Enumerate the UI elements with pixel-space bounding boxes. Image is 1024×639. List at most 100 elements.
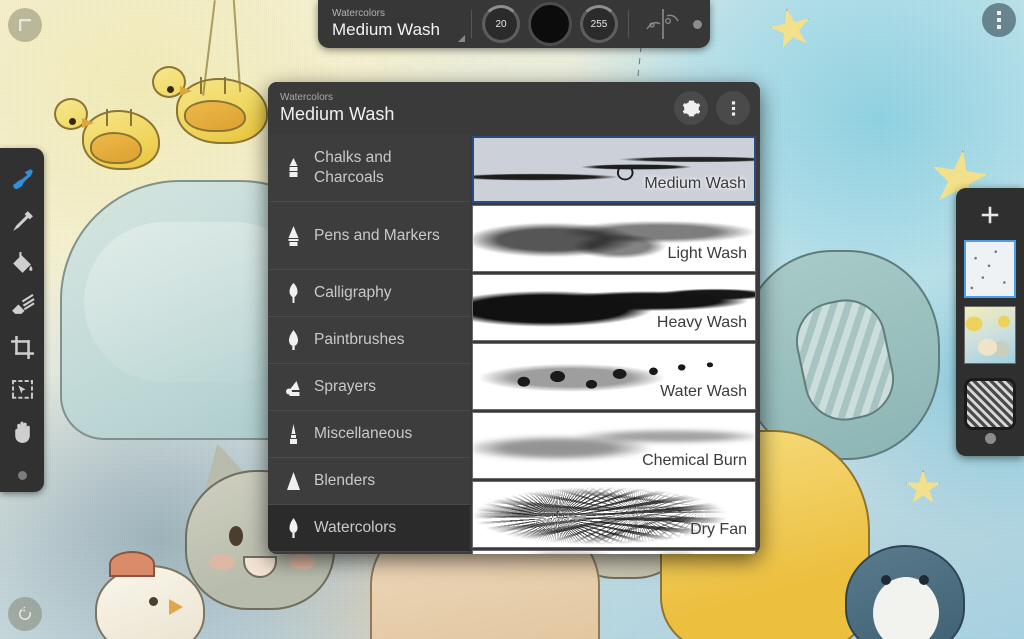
layer-item-speckle[interactable] xyxy=(964,240,1016,298)
undo-icon xyxy=(19,606,32,620)
tool-rail xyxy=(0,148,44,492)
brush-item-medium-wash[interactable]: Medium Wash xyxy=(472,136,756,203)
brush-item-water-wash[interactable]: Water Wash xyxy=(472,343,756,410)
category-item-sprayers[interactable]: Sprayers xyxy=(268,364,470,411)
artwork-penguin xyxy=(845,545,965,639)
top-brush-bar: Watercolors Medium Wash 20 255 xyxy=(318,0,710,48)
app-root: Watercolors Medium Wash 20 255 Watercolo… xyxy=(0,0,1024,639)
fill-tool-button[interactable] xyxy=(2,242,42,284)
sprayer-icon xyxy=(284,376,302,398)
opacity-value: 255 xyxy=(590,18,608,30)
category-item-calligraphy[interactable]: Calligraphy xyxy=(268,270,470,317)
corner-bracket-button[interactable] xyxy=(8,8,42,42)
corner-bracket-icon xyxy=(19,19,31,31)
brush-item-dry-fan[interactable]: Dry Fan xyxy=(472,481,756,548)
paint-bucket-icon xyxy=(12,251,32,273)
layers-panel-handle-dot[interactable] xyxy=(984,433,996,444)
stylus-pressure-icon xyxy=(646,9,679,39)
category-item-miscellaneous[interactable]: Miscellaneous xyxy=(268,411,470,458)
category-item-blenders[interactable]: Blenders xyxy=(268,458,470,505)
artwork-stick-2 xyxy=(232,0,242,92)
dialog-overflow-menu-button[interactable] xyxy=(716,91,750,125)
stylus-pressure-button[interactable] xyxy=(641,7,685,41)
brush-label: Heavy Wash xyxy=(656,314,747,331)
brush-item-next-partial[interactable] xyxy=(472,550,756,554)
watercolor-brush-icon xyxy=(284,517,302,539)
dialog-brush-name: Medium Wash xyxy=(280,104,395,124)
color-swatch-button[interactable] xyxy=(528,2,572,46)
misc-brush-icon xyxy=(284,423,302,445)
chalk-icon xyxy=(284,157,302,179)
category-label: Calligraphy xyxy=(314,284,392,301)
add-layer-button[interactable] xyxy=(973,198,1007,232)
category-label: Watercolors xyxy=(314,519,397,536)
gear-icon xyxy=(682,100,700,116)
brush-item-heavy-wash[interactable]: Heavy Wash xyxy=(472,274,756,341)
brush-list: Medium Wash Light Wash Heavy Wash Water … xyxy=(470,134,760,554)
pan-tool-button[interactable] xyxy=(2,410,42,452)
blender-icon xyxy=(284,470,302,492)
divider-2 xyxy=(628,10,629,38)
crop-icon xyxy=(10,335,34,359)
dialog-body: Chalks and Charcoals Pens and Markers Ca… xyxy=(268,134,760,554)
top-bar-brush-info[interactable]: Watercolors Medium Wash xyxy=(332,8,462,40)
top-right-overflow-menu[interactable] xyxy=(982,3,1016,37)
brush-label: Dry Fan xyxy=(690,521,747,538)
brush-label: Chemical Burn xyxy=(642,452,747,469)
hand-icon xyxy=(14,421,30,443)
category-label: Chalks and Charcoals xyxy=(314,148,392,186)
category-item-paintbrushes[interactable]: Paintbrushes xyxy=(268,317,470,364)
brush-label: Water Wash xyxy=(660,383,747,400)
artwork-star-1 xyxy=(766,4,816,54)
dialog-settings-button[interactable] xyxy=(674,91,708,125)
top-bar-handle-dot[interactable] xyxy=(693,19,702,29)
brush-stroke-preview xyxy=(473,551,755,554)
opacity-knob[interactable]: 255 xyxy=(580,5,618,43)
selection-icon xyxy=(11,379,33,399)
brush-item-light-wash[interactable]: Light Wash xyxy=(472,205,756,272)
divider xyxy=(471,10,472,38)
category-label: Miscellaneous xyxy=(314,425,413,442)
category-label: Pens and Markers xyxy=(314,226,440,244)
brush-icon xyxy=(12,168,33,189)
brush-item-chemical-burn[interactable]: Chemical Burn xyxy=(472,412,756,479)
brush-size-value: 20 xyxy=(495,18,507,30)
brush-label: Light Wash xyxy=(667,245,747,262)
marker-icon xyxy=(284,225,302,247)
category-item-pens-and-markers[interactable]: Pens and Markers xyxy=(268,202,470,270)
artwork-star-3 xyxy=(905,470,941,503)
category-item-watercolors[interactable]: Watercolors xyxy=(268,505,470,552)
calligraphy-nib-icon xyxy=(284,282,302,304)
dialog-category-label: Watercolors xyxy=(280,92,333,103)
category-label: Blenders xyxy=(314,472,376,489)
layer-thumbnail xyxy=(966,242,1014,296)
texture-pattern-swatch[interactable] xyxy=(964,378,1016,430)
brush-label: Medium Wash xyxy=(644,175,746,192)
eraser-icon xyxy=(11,293,35,314)
dialog-title-group: Watercolors Medium Wash xyxy=(280,91,666,125)
brush-tool-button[interactable] xyxy=(2,158,42,200)
layer-thumbnail xyxy=(965,307,1015,363)
select-tool-button[interactable] xyxy=(2,368,42,410)
top-bar-brush-label: Medium Wash xyxy=(332,20,441,39)
category-label: Paintbrushes xyxy=(314,331,405,348)
category-label: Sprayers xyxy=(314,378,377,395)
top-bar-category-label: Watercolors xyxy=(332,8,385,19)
expand-corner-icon xyxy=(458,35,465,42)
eyedropper-icon xyxy=(12,210,33,231)
layer-item-artwork[interactable] xyxy=(964,306,1016,364)
eraser-tool-button[interactable] xyxy=(2,284,42,326)
layers-panel xyxy=(956,188,1024,456)
plus-icon xyxy=(981,206,999,224)
tool-rail-handle-dot[interactable] xyxy=(17,471,27,480)
undo-button[interactable] xyxy=(8,597,42,631)
brush-size-knob[interactable]: 20 xyxy=(482,5,520,43)
artwork-chicken xyxy=(95,551,205,639)
crop-tool-button[interactable] xyxy=(2,326,42,368)
eyedropper-tool-button[interactable] xyxy=(2,200,42,242)
category-item-chalks-and-charcoals[interactable]: Chalks and Charcoals xyxy=(268,134,470,202)
overflow-menu-icon xyxy=(997,11,1001,29)
dialog-header: Watercolors Medium Wash xyxy=(268,82,760,134)
paintbrush-icon xyxy=(284,329,302,351)
overflow-menu-icon xyxy=(731,100,735,116)
